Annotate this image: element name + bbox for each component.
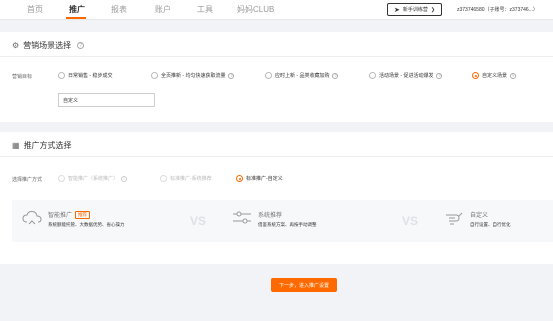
compare-text: 系统推荐 借鉴系统方案、再按手动调整 — [258, 210, 317, 228]
radio-circle — [265, 72, 272, 79]
radio-standard-system[interactable]: 标准推广-系统推荐 — [160, 175, 212, 182]
promotion-method-label: 选择推广方式 — [12, 177, 43, 183]
cloud-icon — [22, 210, 42, 225]
help-icon[interactable]: ? — [121, 175, 128, 182]
marketing-scene-header: ⚙ 营销场景选择 ? — [12, 40, 85, 51]
radio-circle — [160, 175, 167, 182]
promotion-method-header: ▦ 推广方式选择 — [12, 140, 72, 151]
radio-label: 标准推广-系统推荐 — [170, 176, 212, 182]
nav-item-mama-club[interactable]: 妈妈CLUB — [237, 4, 274, 15]
chevron-right-icon: ❯ — [430, 6, 436, 13]
compare-system-recommend: 系统推荐 借鉴系统方案、再按手动调整 — [232, 210, 317, 228]
compare-title-row: 系统推荐 — [258, 210, 317, 219]
radio-daily-sales[interactable]: 日常销售 - 稳步成交 — [58, 72, 112, 79]
compare-description: 系统额能托管、大数据优势、省心操力 — [48, 222, 125, 227]
nav-item-tools[interactable]: 工具 — [197, 4, 213, 15]
radio-seasonal-new[interactable]: 应时上新 - 品类收藏加购 ? — [265, 72, 339, 79]
help-icon[interactable]: ? — [77, 42, 85, 49]
paper-plane-icon: ➤ — [393, 6, 400, 14]
vs-label: VS — [402, 214, 419, 228]
help-icon[interactable]: ? — [228, 72, 235, 79]
radio-custom-scene[interactable]: 自定义场景 ? — [472, 72, 517, 79]
sliders-icon — [233, 211, 251, 224]
radio-circle-selected — [236, 175, 243, 182]
radio-label: 活动场景 - 促进活动爆发 — [379, 73, 434, 79]
nav-item-reports[interactable]: 报表 — [111, 4, 127, 15]
marketing-scene-title: 营销场景选择 — [23, 41, 72, 50]
compare-title: 系统推荐 — [258, 213, 283, 219]
radio-label: 日常销售 - 稳步成交 — [68, 73, 113, 79]
help-icon[interactable]: ? — [510, 72, 517, 79]
radio-standard-custom[interactable]: 标准推广-自定义 — [236, 175, 283, 182]
guide-button[interactable]: ➤ 新手训练营 ❯ — [387, 3, 442, 16]
radio-label: 全页推新 - 均匀快速获取流量 — [161, 73, 226, 79]
compare-description: 自行设置、自行优化 — [470, 222, 511, 227]
hand-icon — [446, 212, 463, 225]
nav-item-account[interactable]: 账户 — [155, 4, 171, 15]
marketing-scene-card: ⚙ 营销场景选择 ? 营销目标 日常销售 - 稳步成交 全页推新 - 均匀快速获… — [0, 32, 553, 122]
help-icon[interactable]: ? — [436, 72, 443, 79]
radio-circle-selected — [472, 72, 479, 79]
compare-text: 智能推广 推荐 系统额能托管、大数据优势、省心操力 — [48, 210, 125, 228]
compare-title-row: 自定义 — [470, 210, 511, 219]
compare-title: 智能推广 — [48, 213, 73, 219]
marketing-goal-label: 营销目标 — [12, 74, 33, 80]
radio-circle — [369, 72, 376, 79]
nav-active-underline — [66, 17, 86, 19]
grid-icon: ▦ — [12, 141, 20, 150]
promotion-method-card: ▦ 推广方式选择 选择推广方式 智能推广（系统推广） ? 标准推广-系统推荐 标… — [0, 132, 553, 264]
next-step-button[interactable]: 下一步，进入推广设置 — [271, 278, 337, 292]
compare-title-row: 智能推广 推荐 — [48, 210, 125, 219]
gear-icon: ⚙ — [12, 41, 20, 50]
promotion-method-title: 推广方式选择 — [23, 141, 72, 150]
custom-scene-name-input[interactable]: 自定义 — [58, 93, 155, 107]
radio-smart-promotion[interactable]: 智能推广（系统推广） ? — [58, 175, 128, 182]
vs-label: VS — [190, 214, 207, 228]
compare-title: 自定义 — [470, 213, 489, 219]
nav-item-home[interactable]: 首页 — [27, 4, 43, 15]
top-navigation: 首页 推广 报表 账户 工具 妈妈CLUB ➤ 新手训练营 ❯ z3737465… — [0, 0, 553, 20]
nav-item-promotion[interactable]: 推广 — [69, 4, 85, 15]
radio-full-page-new[interactable]: 全页推新 - 均匀快速获取流量 ? — [151, 72, 235, 79]
divider — [0, 56, 553, 57]
radio-label: 自定义场景 — [482, 73, 508, 79]
compare-smart-promotion: 智能推广 推荐 系统额能托管、大数据优势、省心操力 — [22, 210, 125, 228]
compare-custom: 自定义 自行设置、自行优化 — [444, 210, 511, 228]
radio-circle — [151, 72, 158, 79]
compare-description: 借鉴系统方案、再按手动调整 — [258, 222, 317, 227]
help-icon[interactable]: ? — [332, 72, 339, 79]
radio-label: 标准推广-自定义 — [246, 176, 283, 182]
guide-button-label: 新手训练营 — [402, 7, 428, 13]
recommend-badge: 推荐 — [75, 210, 91, 219]
promotion-comparison-panel: 智能推广 推荐 系统额能托管、大数据优势、省心操力 VS 系统推荐 借鉴系统方案… — [12, 200, 553, 242]
radio-label: 应时上新 - 品类收藏加购 — [275, 73, 330, 79]
radio-circle — [58, 72, 65, 79]
radio-activity-scene[interactable]: 活动场景 - 促进活动爆发 ? — [369, 72, 443, 79]
compare-text: 自定义 自行设置、自行优化 — [470, 210, 511, 228]
account-info[interactable]: z373746580（子账号：z373746...） — [457, 6, 538, 13]
radio-circle — [58, 175, 65, 182]
radio-label: 智能推广（系统推广） — [68, 176, 119, 182]
divider — [0, 156, 553, 157]
